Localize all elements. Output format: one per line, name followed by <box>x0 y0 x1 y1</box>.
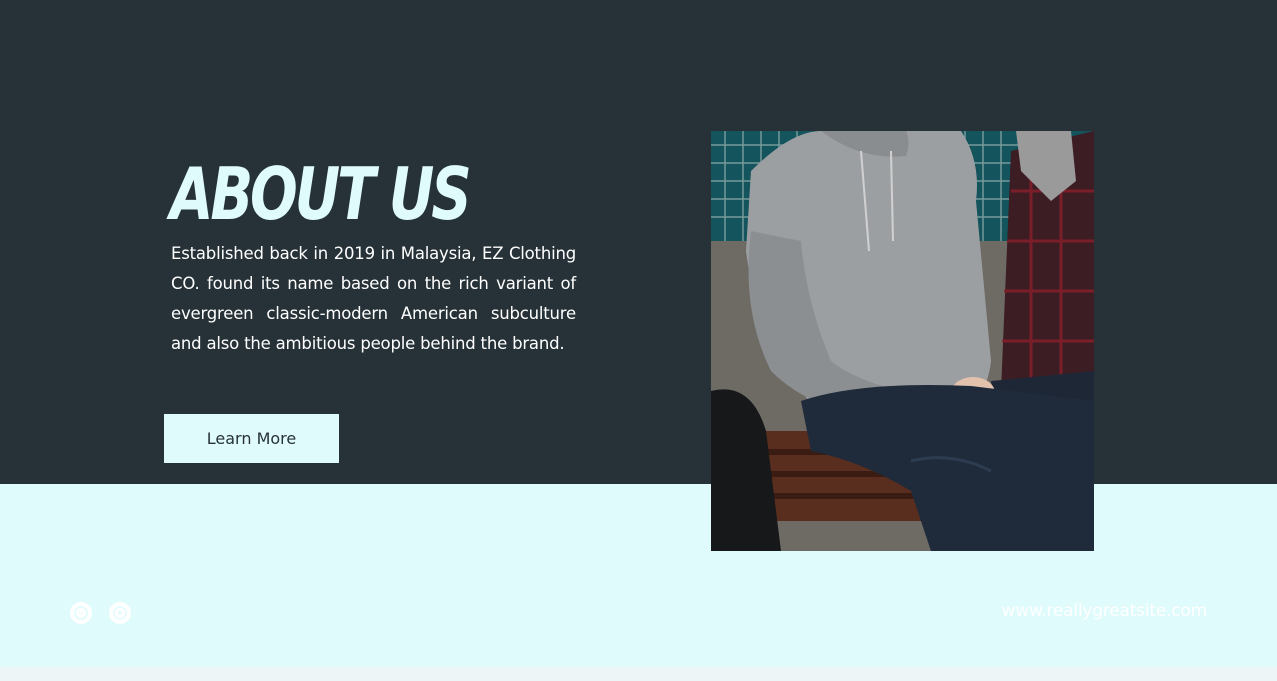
hero-photo <box>711 131 1094 551</box>
page-bottom-edge <box>0 667 1277 681</box>
play-icon <box>113 606 127 620</box>
social-link-2[interactable] <box>109 602 131 624</box>
social-link-1[interactable] <box>70 602 92 624</box>
website-link[interactable]: www.reallygreatsite.com <box>1002 601 1208 621</box>
about-description: Established back in 2019 in Malaysia, EZ… <box>171 244 576 353</box>
about-page: ABOUT US Established back in 2019 in Mal… <box>0 0 1277 667</box>
page-title: ABOUT US <box>170 152 472 236</box>
messenger-icon <box>74 606 88 620</box>
learn-more-button[interactable]: Learn More <box>164 414 339 463</box>
